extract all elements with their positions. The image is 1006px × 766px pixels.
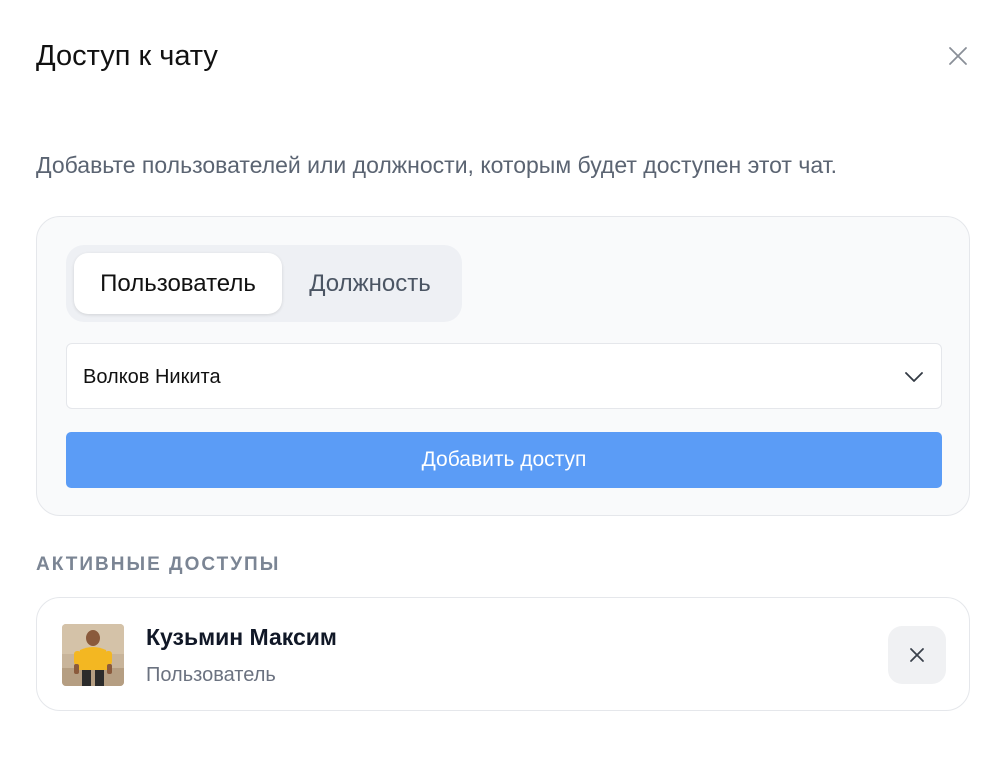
- chevron-down-icon: [905, 372, 923, 382]
- close-icon: [910, 648, 924, 662]
- tab-position-label: Должность: [309, 269, 431, 297]
- close-button[interactable]: [938, 36, 978, 76]
- access-type-switch: Пользователь Должность: [66, 245, 462, 322]
- close-icon: [949, 47, 967, 65]
- tab-user[interactable]: Пользователь: [74, 253, 282, 314]
- remove-access-button[interactable]: [888, 626, 946, 684]
- person-name: Кузьмин Максим: [146, 624, 337, 650]
- person-role: Пользователь: [146, 664, 276, 686]
- add-access-card: Пользователь Должность Волков Никита Доб…: [36, 216, 970, 516]
- avatar: [62, 624, 124, 686]
- user-photo: [62, 624, 124, 686]
- tab-user-label: Пользователь: [100, 269, 256, 297]
- user-select-value: Волков Никита: [83, 366, 221, 388]
- tab-position[interactable]: Должность: [286, 253, 454, 314]
- active-access-heading: АКТИВНЫЕ ДОСТУПЫ: [36, 554, 281, 575]
- modal-description: Добавьте пользователей или должности, ко…: [36, 152, 838, 178]
- user-select[interactable]: Волков Никита: [66, 343, 942, 409]
- chat-access-modal: Доступ к чату Добавьте пользователей или…: [0, 0, 1006, 766]
- modal-title: Доступ к чату: [36, 40, 218, 72]
- list-item: Кузьмин Максим Пользователь: [36, 597, 970, 711]
- add-access-button[interactable]: Добавить доступ: [66, 432, 942, 488]
